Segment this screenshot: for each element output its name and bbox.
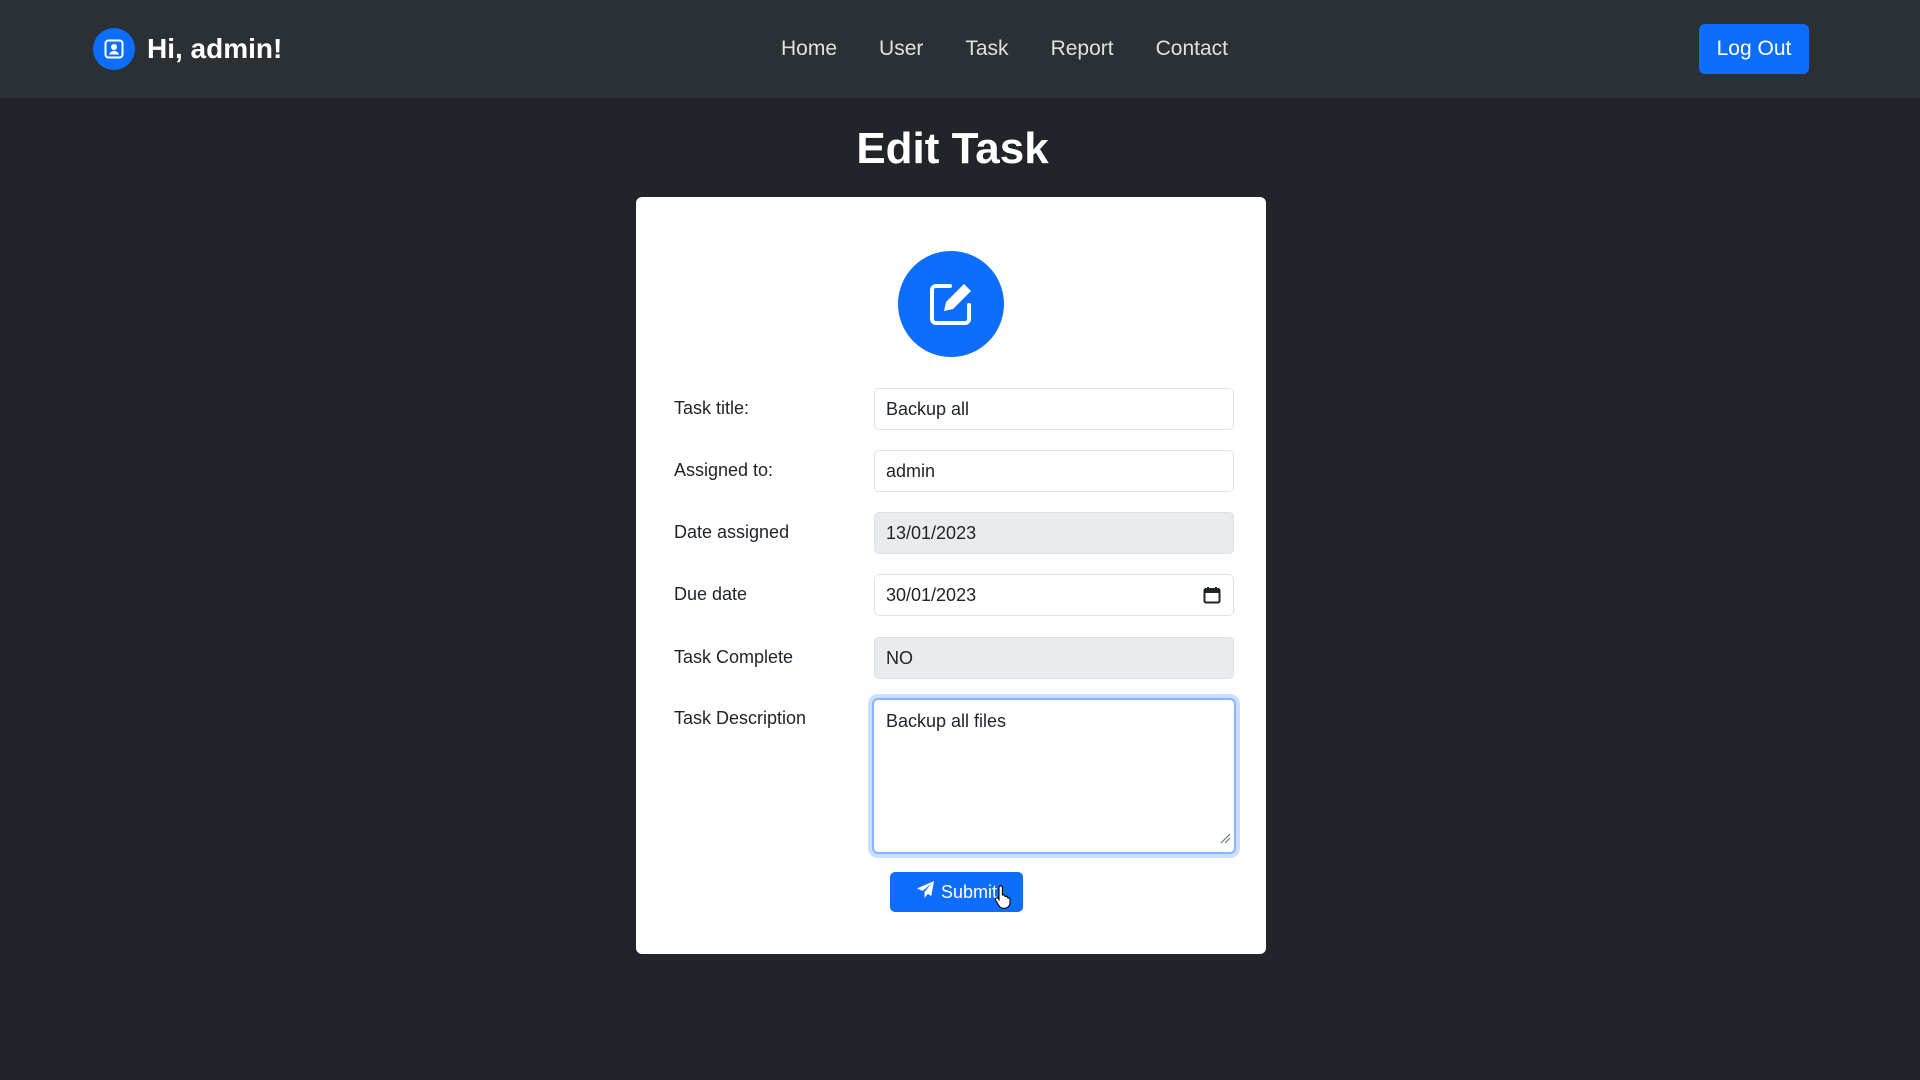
brand[interactable]: Hi, admin! (93, 27, 282, 71)
due-date-input[interactable]: 30/01/2023 (874, 574, 1234, 616)
task-description-label: Task Description (674, 708, 807, 728)
nav-home[interactable]: Home (760, 37, 858, 61)
send-icon (916, 880, 935, 904)
user-badge-icon (93, 28, 135, 70)
nav-report[interactable]: Report (1030, 37, 1135, 61)
greeting: Hi, admin! (147, 33, 283, 64)
task-description-textarea[interactable]: Backup all files (872, 698, 1236, 854)
task-title-input[interactable]: Backup all (874, 388, 1234, 430)
task-complete-value: NO (886, 647, 913, 668)
due-date-label: Due date (674, 584, 748, 604)
task-complete-input: NO (874, 637, 1234, 679)
task-description-value: Backup all files (886, 711, 1007, 731)
assigned-value: admin (886, 460, 936, 481)
calendar-icon[interactable] (1203, 586, 1221, 609)
hand-cursor-icon (994, 885, 1012, 914)
edit-task-form: Task title: Backup all Assigned to: admi… (636, 197, 1266, 954)
page-title: Edit Task (856, 124, 1049, 173)
due-date-value: 30/01/2023 (886, 584, 977, 605)
task-title-label: Task title: (674, 398, 750, 418)
task-complete-label: Task Complete (674, 647, 794, 667)
navbar: Hi, admin! Home User Task Report Contact… (0, 0, 1920, 98)
assigned-input[interactable]: admin (874, 450, 1234, 492)
date-assigned-input: 13/01/2023 (874, 512, 1234, 554)
nav-links: Home User Task Report Contact (760, 0, 1249, 98)
edit-icon (898, 251, 1004, 357)
submit-label: Submit (940, 881, 998, 902)
nav-user[interactable]: User (858, 37, 944, 61)
date-assigned-label: Date assigned (674, 522, 790, 542)
date-assigned-value: 13/01/2023 (886, 522, 977, 543)
assigned-label: Assigned to: (674, 460, 774, 480)
task-title-value: Backup all (886, 398, 970, 419)
nav-task[interactable]: Task (944, 37, 1029, 61)
logout-button[interactable]: Log Out (1699, 24, 1809, 74)
resize-handle-icon[interactable] (1219, 828, 1231, 849)
nav-contact[interactable]: Contact (1135, 37, 1249, 61)
